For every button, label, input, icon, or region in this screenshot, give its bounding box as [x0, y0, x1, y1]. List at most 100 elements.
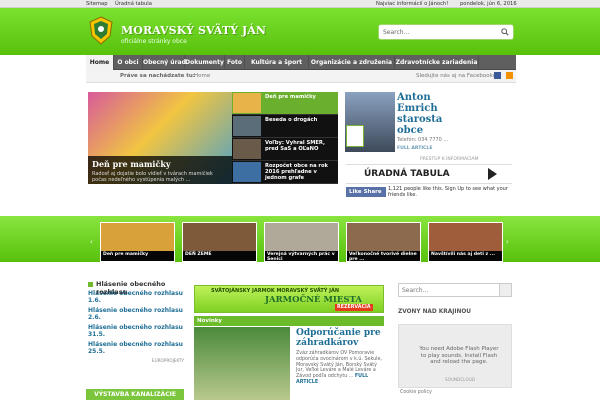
coat-of-arms-logo[interactable]	[88, 16, 114, 46]
sitemap-link[interactable]: Sitemap	[86, 1, 108, 7]
rss-icon[interactable]	[506, 72, 513, 79]
facebook-like-box: Like Share 1,121 people like this. Sign …	[346, 186, 512, 200]
mayor-profile: Anton Emrich starosta obce Telefón: 034 …	[345, 92, 511, 162]
announcement-link[interactable]: Hlásenie obecného rozhlasu 31.5.	[86, 324, 184, 338]
facebook-icon[interactable]	[494, 72, 501, 79]
thumb-label: Deň pre mamičky	[265, 94, 316, 100]
flash-message[interactable]: You need Adobe Flash Player to play soun…	[419, 346, 499, 366]
thumb-image	[233, 116, 261, 136]
thumb-label: Rozpočet obce na rok 2016 prehľadne v je…	[265, 163, 328, 181]
zvony-title: ZVONY NAD KRAJINOU	[398, 309, 471, 315]
rezervacia-tag: REZERVÁCIA	[335, 304, 373, 311]
europrojekty-label: EUROPROJEKTY	[151, 358, 184, 363]
nav-obecny-urad[interactable]: Obecný úrad	[143, 55, 186, 70]
carousel-label: Deň pre mamičky	[101, 251, 174, 261]
share-label: Share	[363, 189, 382, 195]
mayor-phone: Telefón: 034 7770 ...	[397, 137, 449, 143]
mayor-name[interactable]: Anton Emrich starosta obce	[397, 92, 457, 136]
thumb-image	[233, 93, 261, 113]
nav-kultura-sport[interactable]: Kultúra a šport	[245, 55, 309, 70]
cookie-policy-link[interactable]: Cookie policy	[400, 390, 432, 395]
carousel-label: DEŇ ZEME	[183, 251, 256, 261]
uradna-tabula-link[interactable]: Úradná tabula	[115, 1, 152, 7]
facebook-like-text: 1,121 people like this. Sign Up to see w…	[388, 186, 508, 198]
facebook-like-button[interactable]: Like Share	[346, 187, 386, 197]
slider-thumb[interactable]: Rozpočet obce na rok 2016 prehľadne v je…	[232, 161, 338, 184]
search-icon[interactable]	[501, 28, 509, 36]
main-nav: Home O obci Obecný úrad Dokumenty Foto K…	[86, 55, 516, 70]
nav-organizacie[interactable]: Organizácie a združenia	[309, 55, 395, 70]
uradna-tabula-banner[interactable]: ÚRADNÁ TABULA	[346, 164, 512, 184]
soundcloud-player: You need Adobe Flash Player to play soun…	[398, 324, 512, 388]
sidebar-search-input[interactable]: Search...	[398, 283, 512, 297]
slider-thumb[interactable]: Voľby: Vyhral SMER, pred SaS a OĽaNO	[232, 138, 338, 161]
carousel-next-icon[interactable]: ›	[506, 238, 512, 246]
nav-foto[interactable]: Foto	[225, 55, 245, 70]
news-text-body: Zväz záhradkárov OV Pomoravie odporúča o…	[296, 351, 382, 380]
featured-slider: Deň pre mamičky Radosť aj dojatie bolo v…	[88, 92, 338, 184]
page: Sitemap Úradná tabula Najviac informácií…	[0, 0, 600, 400]
brand: MORAVSKÝ SVÄTÝ JÁN oficiálne stránky obc…	[121, 24, 266, 45]
breadcrumb: Práve sa nachádzate tu: Home Sledujte ná…	[86, 70, 516, 83]
carousel-image	[183, 223, 256, 251]
carousel-prev-icon[interactable]: ‹	[90, 238, 96, 246]
announcements-title: Hlásenie obecného rozhlasu	[86, 280, 184, 296]
carousel-image	[265, 223, 338, 251]
jarmok-small-text: SVÄTOJÁNSKY JARMOK MORAVSKÝ SVÄTÝ JÁN	[211, 288, 340, 294]
carousel-label: Veľkonočné tvorivé dielne pre ...	[347, 251, 420, 262]
facebook-follow-text[interactable]: Sledujte nás aj na Facebooku!	[416, 73, 498, 79]
news-text: Zväz záhradkárov OV Pomoravie odporúča o…	[296, 351, 384, 386]
carousel-item[interactable]: DEŇ ZEME	[182, 222, 257, 262]
thumb-label: Beseda o drogách	[265, 117, 318, 123]
nav-zdravotnicke[interactable]: Zdravotnícke zariadenia	[395, 55, 479, 70]
nav-o-obci[interactable]: O obci	[114, 55, 143, 70]
thumb-image	[233, 139, 261, 159]
site-title[interactable]: MORAVSKÝ SVÄTÝ JÁN	[121, 24, 266, 37]
crest-badge	[346, 125, 364, 147]
carousel-image	[347, 223, 420, 251]
announcements-column: Hlásenie obecného rozhlasu Hlásenie obec…	[86, 280, 184, 400]
carousel-label: Verejná výtvarných prác v Senici	[265, 251, 338, 262]
carousel-image	[101, 223, 174, 251]
search-input[interactable]: Search...	[378, 24, 514, 40]
thumb-image	[233, 162, 261, 182]
slider-thumb[interactable]: Beseda o drogách	[232, 115, 338, 138]
site-subtitle: oficiálne stránky obce	[121, 38, 187, 45]
carousel-image	[429, 223, 502, 251]
nav-home[interactable]: Home	[86, 55, 114, 70]
uradna-tabula-label: ÚRADNÁ TABULA	[364, 169, 450, 179]
announcement-link[interactable]: Hlásenie obecného rozhlasu 2.6.	[86, 307, 184, 321]
header: MORAVSKÝ SVÄTÝ JÁN oficiálne stránky obc…	[0, 8, 600, 55]
kanalizacia-banner[interactable]: VÝSTAVBA KANALIZÁCIE	[86, 389, 184, 400]
mayor-full-article-link[interactable]: FULL ARTICLE	[397, 146, 433, 151]
slider-thumb[interactable]: Deň pre mamičky	[232, 92, 338, 115]
breadcrumb-label: Práve sa nachádzate tu:	[120, 73, 195, 79]
slider-text: Radosť aj dojatie bolo vidieť v tvárach …	[92, 171, 213, 183]
carousel-item[interactable]: Navštívili nás aj deti z ...	[428, 222, 503, 262]
info-link[interactable]: PRESTUP K INFORMACIAM	[420, 157, 478, 162]
news-item: Odporúčanie pre záhradkárov Zväz záhradk…	[194, 327, 384, 400]
thumb-label: Voľby: Vyhral SMER, pred SaS a OĽaNO	[265, 140, 325, 152]
top-links-bar: Sitemap Úradná tabula Najviac informácií…	[0, 0, 600, 8]
carousel-label: Navštívili nás aj deti z ...	[429, 251, 502, 261]
top-news-link[interactable]: Najviac informácií o Jánoch!	[376, 1, 448, 7]
slider-caption: Deň pre mamičky Radosť aj dojatie bolo v…	[88, 156, 232, 184]
news-image[interactable]	[194, 327, 290, 400]
top-date: pondelok, jún 6, 2016	[460, 1, 517, 7]
carousel-item[interactable]: Veľkonočné tvorivé dielne pre ...	[346, 222, 421, 262]
gallery-carousel: Deň pre mamičky DEŇ ZEME Verejná výtvarn…	[100, 222, 504, 262]
breadcrumb-current[interactable]: Home	[194, 73, 210, 79]
nav-dokumenty[interactable]: Dokumenty	[185, 55, 225, 70]
soundcloud-logo[interactable]: SOUNDCLOUD	[445, 377, 475, 382]
novinky-header: Novinky	[194, 316, 384, 326]
news-title[interactable]: Odporúčanie pre záhradkárov	[296, 328, 386, 348]
carousel-item[interactable]: Verejná výtvarných prác v Senici	[264, 222, 339, 262]
jarmok-banner[interactable]: SVÄTOJÁNSKY JARMOK MORAVSKÝ SVÄTÝ JÁN JA…	[194, 285, 384, 313]
search-placeholder: Search...	[383, 29, 410, 36]
slider-title[interactable]: Deň pre mamičky	[92, 159, 228, 169]
sidebar-search-button[interactable]	[499, 284, 511, 296]
slider-thumbs: Deň pre mamičky Beseda o drogách Voľby: …	[232, 92, 338, 184]
announcement-link[interactable]: Hlásenie obecného rozhlasu 25.5.	[86, 341, 184, 355]
carousel-item[interactable]: Deň pre mamičky	[100, 222, 175, 262]
arrow-right-icon	[488, 168, 497, 180]
